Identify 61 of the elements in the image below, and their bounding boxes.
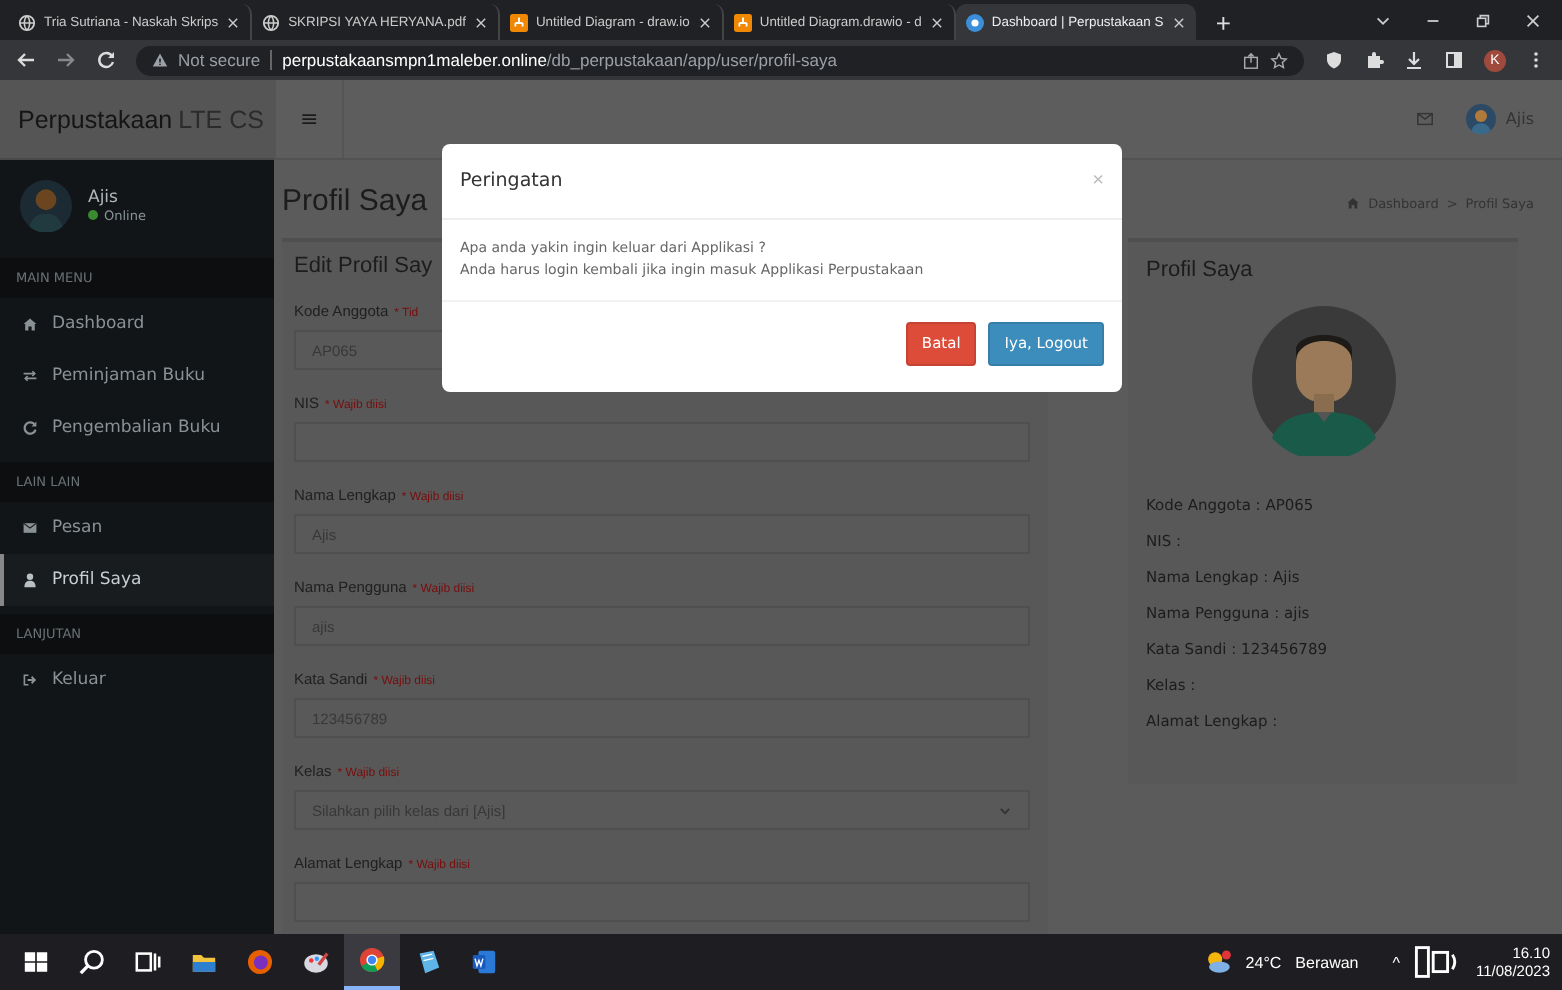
download-icon	[1404, 50, 1424, 70]
avatar-icon	[20, 179, 72, 231]
close-icon	[697, 15, 712, 29]
diagram-icon	[509, 13, 528, 31]
logo-icon	[965, 13, 984, 31]
logout-icon	[22, 672, 38, 688]
warning-icon	[152, 52, 168, 68]
weather-icon	[1203, 948, 1232, 976]
sidebar-item[interactable]: Pesan	[0, 502, 274, 554]
tray-caret[interactable]: ^	[1392, 953, 1401, 971]
task-view-icon	[134, 948, 162, 976]
exchange-icon	[22, 368, 38, 384]
security-label: Not secure	[178, 50, 261, 70]
close-icon	[226, 15, 241, 29]
close-icon	[1171, 15, 1186, 29]
back-arrow-icon	[16, 50, 36, 70]
close-icon	[929, 15, 944, 29]
user-name: Ajis	[88, 187, 120, 207]
close-icon	[473, 15, 488, 29]
forward-arrow-icon	[56, 50, 76, 70]
sidebar-item[interactable]: Keluar	[0, 654, 274, 706]
chrome-icon	[358, 946, 386, 974]
mail-icon	[22, 520, 38, 536]
home-icon	[22, 316, 38, 332]
restore-icon	[1474, 11, 1492, 29]
avatar-icon	[1251, 306, 1395, 456]
user-icon	[22, 572, 38, 588]
temperature: 24°C	[1245, 953, 1282, 971]
sidebar-item[interactable]: Dashboard	[0, 298, 274, 350]
caret-icon	[998, 803, 1012, 817]
sidebar-item[interactable]: Profil Saya	[0, 554, 274, 606]
search-icon	[78, 948, 106, 976]
address-bar[interactable]: Not secure perpustakaansmpn1maleber.online/db_perpustakaan/app/user/profil-saya	[136, 45, 1304, 75]
globe-icon	[262, 13, 281, 31]
url-text: perpustakaansmpn1maleber.online/db_perpustakaan/app/user/profil-saya	[282, 50, 837, 70]
diagram-icon	[733, 13, 752, 31]
globe-icon	[18, 13, 36, 31]
card-title: Edit Profil Say	[294, 254, 433, 278]
mail-icon	[1415, 110, 1434, 128]
page-title: Profil Saya	[282, 184, 428, 218]
sidebar-item[interactable]: Pengembalian Buku	[0, 402, 274, 454]
close-icon	[1524, 11, 1542, 29]
avatar-icon	[1465, 104, 1496, 134]
shield-icon	[1324, 50, 1344, 70]
word-icon	[470, 948, 498, 976]
card-title: Profil Saya	[1146, 258, 1255, 282]
paint-palette-icon	[302, 948, 330, 976]
dialog-title: Peringatan	[460, 170, 563, 192]
share-icon	[1242, 51, 1260, 69]
refresh-icon	[22, 420, 38, 436]
sidebar-item[interactable]: Peminjaman Buku	[0, 350, 274, 402]
notes-icon	[414, 948, 442, 976]
new-tab-button[interactable]: +	[1203, 4, 1244, 40]
windows-icon	[22, 948, 50, 976]
side-panel-icon	[1444, 50, 1464, 70]
reload-icon	[96, 50, 116, 70]
taskbar-button[interactable]	[344, 934, 400, 990]
star-icon	[1270, 51, 1288, 69]
weather-text: Berawan	[1295, 953, 1359, 971]
puzzle-icon	[1364, 50, 1384, 70]
home-icon	[1346, 196, 1361, 210]
